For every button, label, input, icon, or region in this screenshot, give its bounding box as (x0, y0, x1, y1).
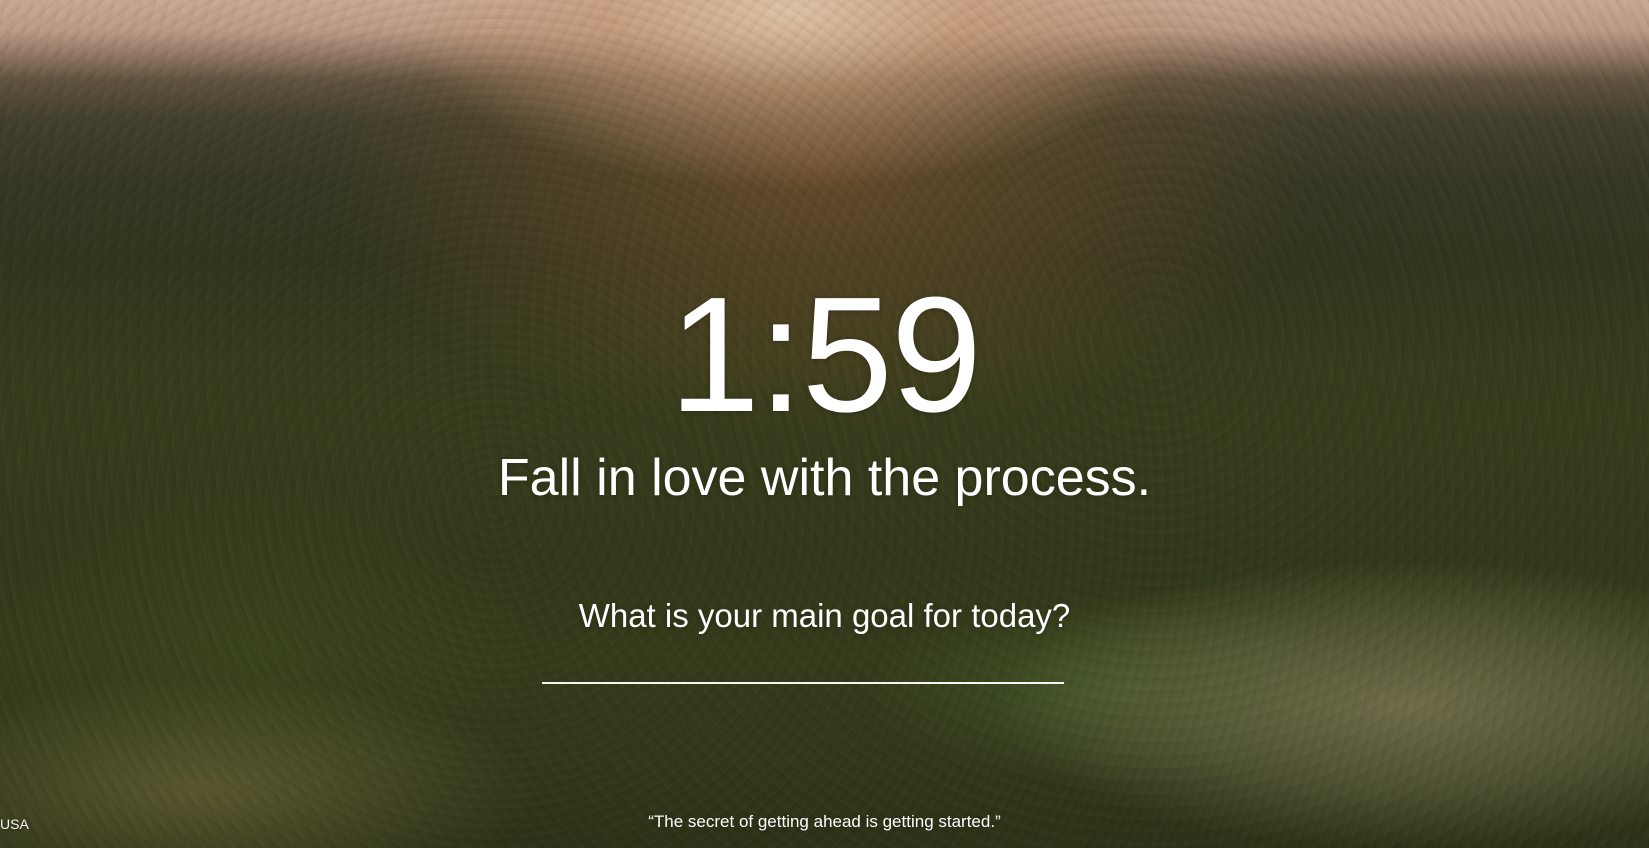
focus-input-container (542, 648, 1064, 688)
focus-input[interactable] (542, 648, 1064, 684)
mantra-text[interactable]: Fall in love with the process. (0, 448, 1649, 508)
clock-time: 1:59 (668, 263, 982, 446)
focus-prompt: What is your main goal for today? (578, 597, 1071, 634)
quote-text[interactable]: “The secret of getting ahead is getting … (0, 812, 1649, 832)
